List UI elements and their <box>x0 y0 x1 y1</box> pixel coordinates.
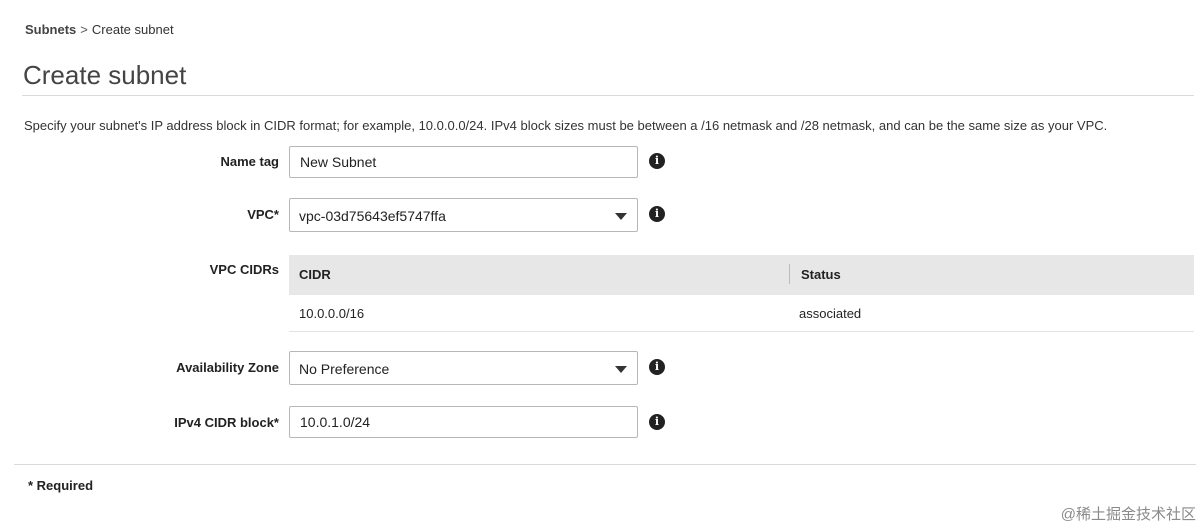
form-description: Specify your subnet's IP address block i… <box>24 118 1108 133</box>
column-header-cidr[interactable]: CIDR <box>299 267 331 282</box>
column-header-status[interactable]: Status <box>801 267 841 282</box>
title-divider <box>22 95 1194 96</box>
vpc-select-value: vpc-03d75643ef5747ffa <box>299 208 446 224</box>
caret-down-icon <box>615 213 627 220</box>
vpc-cidrs-label: VPC CIDRs <box>209 262 279 277</box>
info-icon[interactable]: i <box>649 359 665 375</box>
footer-divider <box>14 464 1196 465</box>
watermark: @稀土掘金技术社区 <box>1060 506 1196 523</box>
vpc-cidrs-table: CIDR Status 10.0.0.0/16 associated <box>289 255 1194 332</box>
name-tag-label: Name tag <box>220 154 279 169</box>
breadcrumb: Subnets > Create subnet <box>25 22 174 37</box>
column-divider <box>789 264 790 284</box>
breadcrumb-subnets-link[interactable]: Subnets <box>25 22 76 37</box>
info-icon[interactable]: i <box>649 414 665 430</box>
vpc-select[interactable]: vpc-03d75643ef5747ffa <box>289 198 638 232</box>
info-icon[interactable]: i <box>649 206 665 222</box>
availability-zone-label: Availability Zone <box>176 360 279 375</box>
cidr-cell: 10.0.0.0/16 <box>299 306 365 321</box>
ipv4-cidr-label: IPv4 CIDR block* <box>174 415 279 430</box>
page-title: Create subnet <box>23 60 187 90</box>
availability-zone-value: No Preference <box>299 361 390 377</box>
ipv4-cidr-input[interactable] <box>289 406 638 438</box>
required-note: * Required <box>28 478 94 493</box>
table-header: CIDR Status <box>289 255 1194 295</box>
availability-zone-select[interactable]: No Preference <box>289 351 638 385</box>
caret-down-icon <box>615 366 627 373</box>
table-row: 10.0.0.0/16 associated <box>289 295 1194 332</box>
breadcrumb-separator: > <box>80 22 88 37</box>
info-icon[interactable]: i <box>649 153 665 169</box>
name-tag-input[interactable] <box>289 146 638 178</box>
status-cell: associated <box>799 306 862 321</box>
vpc-label: VPC* <box>247 207 279 222</box>
breadcrumb-current: Create subnet <box>91 22 174 37</box>
